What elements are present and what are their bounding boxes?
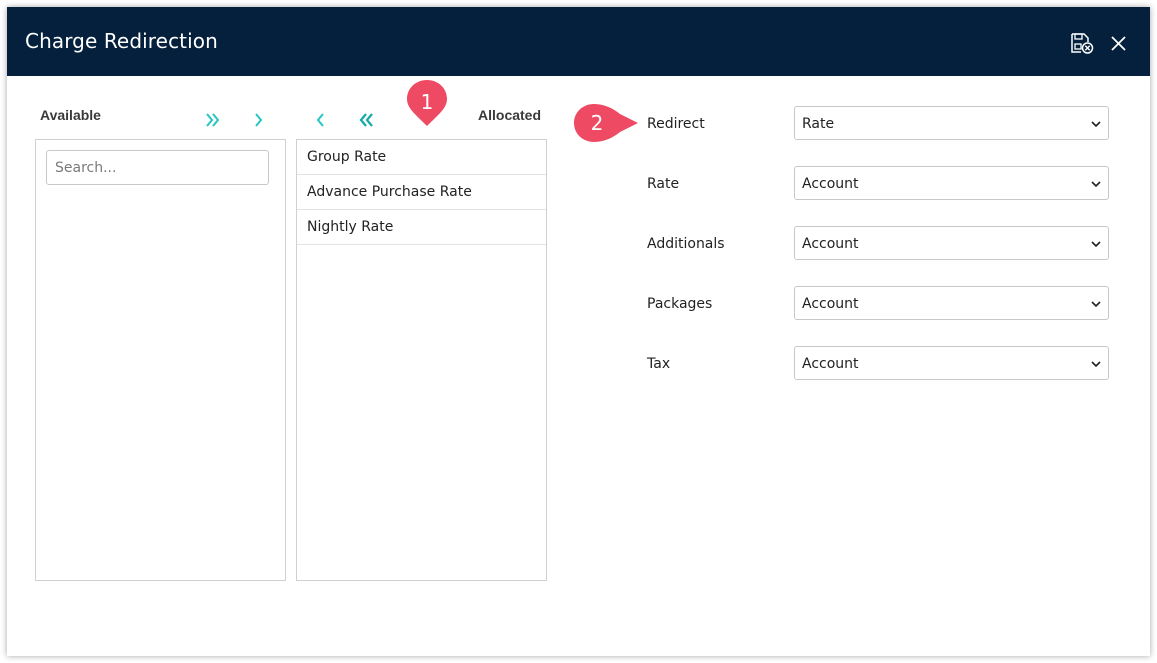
chevron-down-icon bbox=[1090, 298, 1102, 310]
chevron-right-icon bbox=[255, 113, 263, 127]
tax-select[interactable]: Account bbox=[794, 346, 1109, 380]
available-heading: Available bbox=[40, 107, 101, 123]
rate-select[interactable]: Account bbox=[794, 166, 1109, 200]
move-all-right-button[interactable] bbox=[203, 110, 223, 130]
double-chevron-right-icon bbox=[206, 113, 220, 127]
chevron-down-icon bbox=[1090, 178, 1102, 190]
redirect-label: Redirect bbox=[647, 116, 705, 132]
chevron-left-icon bbox=[316, 113, 324, 127]
rate-label: Rate bbox=[647, 176, 680, 192]
tax-select-value: Account bbox=[802, 356, 859, 372]
allocated-heading: Allocated bbox=[478, 107, 542, 123]
tax-label: Tax bbox=[647, 356, 671, 372]
redirect-select-value: Rate bbox=[802, 116, 835, 132]
rate-select-value: Account bbox=[802, 176, 859, 192]
chevron-down-icon bbox=[1090, 118, 1102, 130]
callout-marker-1: 1 bbox=[405, 78, 449, 128]
additionals-select-value: Account bbox=[802, 236, 859, 252]
packages-select-value: Account bbox=[802, 296, 859, 312]
move-right-button[interactable] bbox=[250, 110, 270, 130]
move-all-left-button[interactable] bbox=[356, 110, 376, 130]
dialog-title: Charge Redirection bbox=[25, 29, 218, 53]
double-chevron-left-icon bbox=[359, 113, 373, 127]
available-search-input[interactable] bbox=[46, 150, 269, 185]
additionals-select[interactable]: Account bbox=[794, 226, 1109, 260]
list-item[interactable]: Group Rate bbox=[297, 140, 546, 175]
list-item[interactable]: Nightly Rate bbox=[297, 210, 546, 245]
move-left-button[interactable] bbox=[311, 110, 331, 130]
allocated-list[interactable]: Group Rate Advance Purchase Rate Nightly… bbox=[296, 139, 547, 581]
callout-marker-2: 2 bbox=[572, 102, 640, 144]
title-bar: Charge Redirection bbox=[7, 7, 1150, 76]
redirect-select[interactable]: Rate bbox=[794, 106, 1109, 140]
packages-select[interactable]: Account bbox=[794, 286, 1109, 320]
chevron-down-icon bbox=[1090, 238, 1102, 250]
list-item[interactable]: Advance Purchase Rate bbox=[297, 175, 546, 210]
packages-label: Packages bbox=[647, 296, 713, 312]
available-list[interactable] bbox=[35, 139, 286, 581]
close-icon[interactable] bbox=[1109, 34, 1133, 56]
callout-number: 2 bbox=[590, 111, 604, 135]
save-close-icon[interactable] bbox=[1070, 33, 1094, 55]
chevron-down-icon bbox=[1090, 358, 1102, 370]
additionals-label: Additionals bbox=[647, 236, 725, 252]
callout-number: 1 bbox=[420, 90, 434, 114]
